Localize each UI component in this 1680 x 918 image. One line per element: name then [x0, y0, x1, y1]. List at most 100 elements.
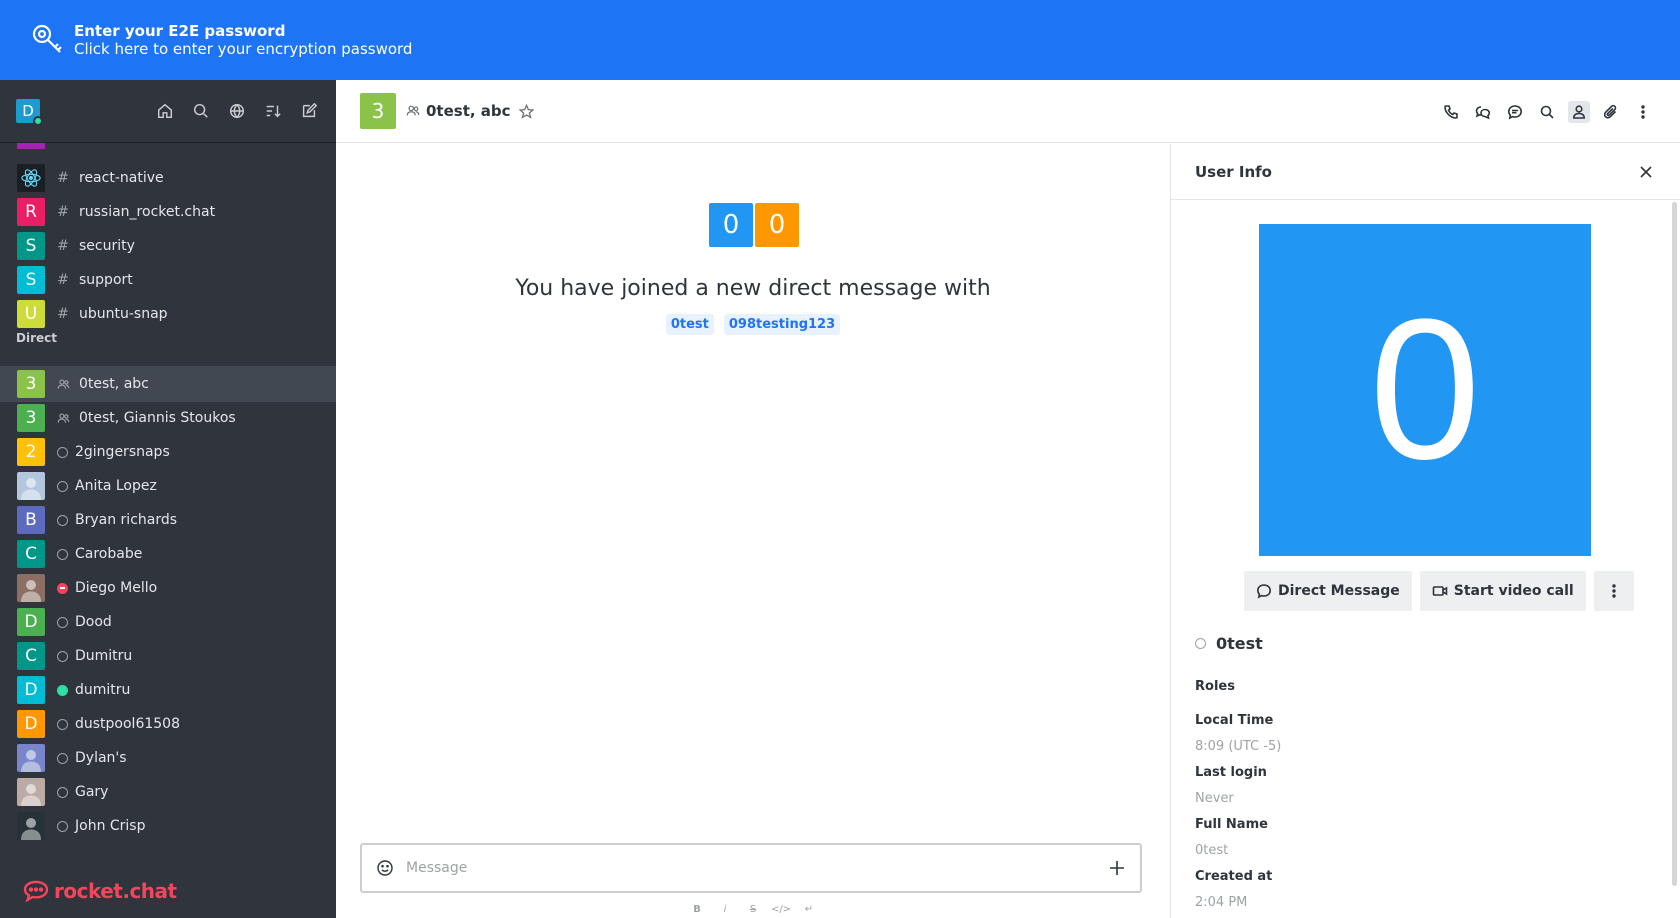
room-avatar: 3: [360, 93, 396, 129]
full-name-label: Full Name: [1195, 817, 1268, 832]
call-icon[interactable]: [1440, 101, 1462, 123]
mention-098testing123[interactable]: 098testing123: [723, 314, 841, 335]
sidebar-item-label: 0test, abc: [79, 376, 149, 392]
sidebar-item-anita-lopez[interactable]: Anita Lopez: [0, 468, 336, 504]
rocket-chat-logo: rocket.chat: [22, 879, 177, 903]
key-icon: [32, 24, 62, 53]
room-avatar: 2: [17, 438, 45, 466]
create-new-icon[interactable]: [298, 100, 320, 122]
room-avatar: D: [17, 710, 45, 738]
sidebar-item-0test-abc[interactable]: 3 0test, abc: [0, 366, 336, 402]
partial-room-avatar: [17, 143, 45, 149]
message-area: 0 0 You have joined a new direct message…: [336, 144, 1170, 918]
sidebar-item-john-crisp[interactable]: John Crisp: [0, 808, 336, 844]
sidebar-item-dumitru[interactable]: Ddumitru: [0, 672, 336, 708]
room-avatar: D: [17, 608, 45, 636]
sidebar-item-russian-rocket-chat[interactable]: R # russian_rocket.chat: [0, 194, 336, 230]
status-offline-icon: [57, 514, 68, 526]
mention-0test[interactable]: 0test: [665, 314, 714, 335]
more-actions-button[interactable]: [1593, 571, 1634, 611]
sidebar-item-dood[interactable]: D Dood: [0, 604, 336, 640]
sidebar-item-label: Gary: [75, 784, 109, 800]
sidebar-item-dylan-s[interactable]: Dylan's: [0, 740, 336, 776]
kebab-menu-icon[interactable]: [1632, 101, 1654, 123]
search-messages-icon[interactable]: [1536, 101, 1558, 123]
user-avatar[interactable]: D: [16, 99, 43, 126]
user-info-panel: User Info 0 Direct Message Start video c…: [1170, 144, 1680, 918]
sidebar-item-security[interactable]: S # security: [0, 228, 336, 264]
user-avatar-initial: D: [22, 102, 34, 120]
direct-message-label: Direct Message: [1278, 583, 1400, 599]
intro-avatars: 0 0: [709, 203, 799, 247]
formatting-toolbar: B i S </> ↵: [336, 901, 1170, 917]
status-offline-icon: [57, 820, 68, 832]
intro-mentions: 0test 098testing123: [336, 314, 1170, 335]
favorite-star-icon[interactable]: [518, 103, 534, 119]
hashtag-icon: #: [57, 238, 69, 254]
local-time-value: 8:09 (UTC -5): [1195, 739, 1282, 754]
sidebar-item-ubuntu-snap[interactable]: U # ubuntu-snap: [0, 296, 336, 332]
room-avatar: B: [17, 506, 45, 534]
sort-icon[interactable]: [262, 100, 284, 122]
start-video-call-button[interactable]: Start video call: [1419, 571, 1586, 611]
direct-message-button[interactable]: Direct Message: [1244, 571, 1412, 611]
intro-avatar: 0: [709, 203, 753, 247]
plus-icon[interactable]: [1108, 859, 1126, 877]
banner-subtitle: Click here to enter your encryption pass…: [74, 40, 413, 58]
room-title: 0test, abc: [426, 102, 511, 120]
italic-icon[interactable]: i: [720, 901, 730, 917]
sidebar-item-support[interactable]: S # support: [0, 262, 336, 298]
strikethrough-icon[interactable]: S: [748, 901, 758, 917]
room-avatar: 3: [17, 404, 45, 432]
sidebar-item-label: Bryan richards: [75, 512, 178, 528]
sidebar-item-diego-mello[interactable]: Diego Mello: [0, 570, 336, 606]
attachment-icon[interactable]: [1600, 101, 1622, 123]
status-offline-icon: [57, 752, 68, 764]
home-icon[interactable]: [154, 100, 176, 122]
status-offline-icon: [57, 718, 68, 730]
sidebar-item-gary[interactable]: Gary: [0, 774, 336, 810]
bold-icon[interactable]: B: [692, 901, 702, 917]
roles-label: Roles: [1195, 679, 1235, 694]
status-offline-icon: [57, 446, 68, 458]
message-input[interactable]: [406, 860, 1108, 876]
directory-globe-icon[interactable]: [226, 100, 248, 122]
user-info-header: User Info: [1171, 144, 1680, 200]
discussion-icon[interactable]: [1472, 101, 1494, 123]
status-online-icon: [57, 684, 68, 696]
sidebar-item-react-native[interactable]: # react-native: [0, 160, 336, 196]
room-list: Direct # react-native R # russian_rocket.cha…: [0, 143, 336, 863]
user-info-title: User Info: [1195, 162, 1272, 181]
hashtag-icon: #: [57, 272, 69, 288]
created-at-label: Created at: [1195, 869, 1273, 884]
panel-scrollbar[interactable]: [1672, 202, 1677, 886]
sidebar-item-2gingersnaps[interactable]: 2 2gingersnaps: [0, 434, 336, 470]
room-avatar: C: [17, 642, 45, 670]
room-avatar: U: [17, 300, 45, 328]
sidebar-item-dustpool61508[interactable]: Ddustpool61508: [0, 706, 336, 742]
status-offline-icon: [57, 786, 68, 798]
sidebar-item-carobabe[interactable]: C Carobabe: [0, 536, 336, 572]
sidebar-item-label: Dood: [75, 614, 112, 630]
code-icon[interactable]: </>: [771, 901, 791, 917]
sidebar-item-dumitru[interactable]: C Dumitru: [0, 638, 336, 674]
kebab-icon: [1612, 584, 1616, 598]
close-icon[interactable]: [1638, 164, 1654, 180]
sidebar-item-bryan-richards[interactable]: B Bryan richards: [0, 502, 336, 538]
local-time-label: Local Time: [1195, 713, 1274, 728]
sidebar-item-0test-giannis-stoukos[interactable]: 3 0test, Giannis Stoukos: [0, 400, 336, 436]
emoji-icon[interactable]: [376, 859, 394, 877]
user-info-icon[interactable]: [1568, 100, 1590, 123]
sidebar-header: D: [0, 80, 336, 143]
user-status-online: [33, 116, 43, 126]
sidebar-footer: rocket.chat: [0, 863, 336, 918]
sidebar-item-label: Diego Mello: [75, 580, 158, 596]
direct-section-label: Direct: [16, 331, 57, 345]
threads-icon[interactable]: [1504, 101, 1526, 123]
sidebar-item-label: ubuntu-snap: [79, 306, 168, 322]
user-actions: Direct Message Start video call: [1244, 571, 1634, 611]
search-icon[interactable]: [190, 100, 212, 122]
multiline-icon[interactable]: ↵: [804, 901, 814, 917]
e2e-password-banner[interactable]: Enter your E2E password Click here to en…: [0, 0, 1680, 80]
status-offline-icon: [1195, 638, 1206, 649]
